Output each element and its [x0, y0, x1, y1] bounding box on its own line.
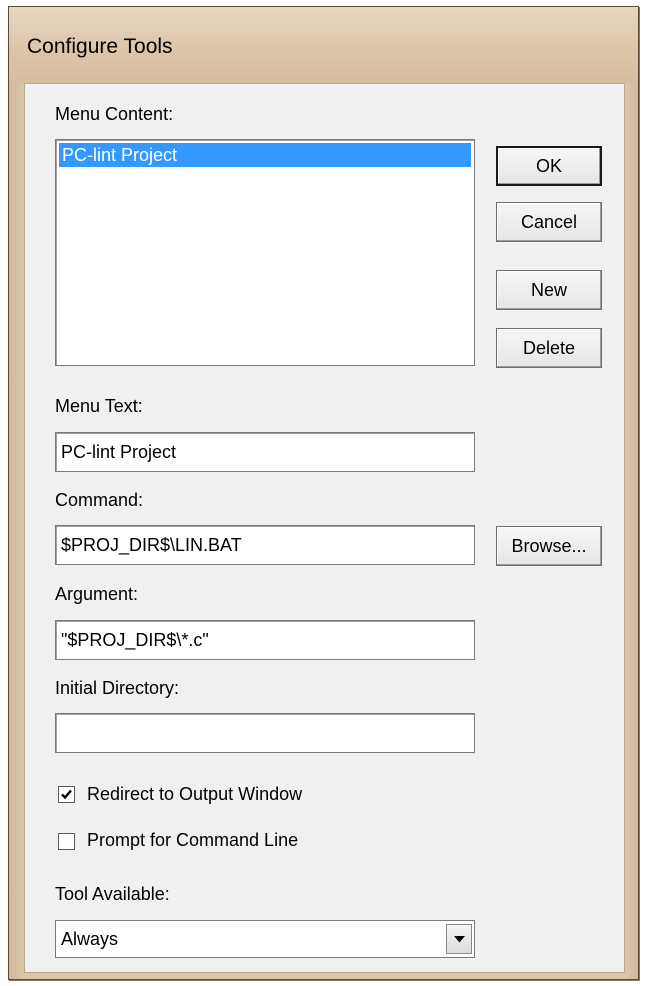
redirect-output-label[interactable]: Redirect to Output Window: [87, 784, 302, 805]
menu-text-field[interactable]: PC-lint Project: [55, 432, 475, 472]
dialog-client-area: Menu Content: PC-lint Project OK Cancel …: [24, 83, 625, 973]
initial-directory-field[interactable]: [55, 713, 475, 753]
redirect-output-checkbox[interactable]: [58, 786, 75, 803]
menu-text-label: Menu Text:: [55, 396, 143, 416]
tool-available-select[interactable]: Always: [55, 920, 475, 958]
command-label: Command:: [55, 490, 144, 510]
list-item-label: PC-lint Project: [62, 145, 178, 165]
tool-available-value: Always: [61, 929, 119, 949]
dialog-title: Configure Tools: [27, 35, 173, 58]
prompt-command-line-checkbox[interactable]: [58, 833, 75, 850]
prompt-command-line-label[interactable]: Prompt for Command Line: [87, 830, 298, 851]
menu-content-label-text: Menu Content:: [55, 104, 174, 124]
new-button[interactable]: New: [496, 270, 602, 310]
command-field[interactable]: $PROJ_DIR$\LIN.BAT: [55, 525, 475, 565]
menu-content-listbox[interactable]: PC-lint Project: [55, 139, 475, 366]
checkmark-icon: [61, 789, 72, 800]
chevron-down-icon: [454, 936, 465, 943]
argument-field[interactable]: "$PROJ_DIR$\*.c": [55, 620, 475, 660]
dropdown-button[interactable]: [446, 924, 472, 954]
title-bar[interactable]: Configure Tools: [9, 7, 638, 83]
configure-tools-dialog: Configure Tools Menu Content: PC-lint Pr…: [8, 6, 639, 980]
ok-button[interactable]: OK: [496, 146, 602, 186]
browse-button[interactable]: Browse...: [496, 526, 602, 566]
tool-available-label: Tool Available:: [55, 884, 170, 904]
menu-content-label: Menu Content:: [55, 104, 173, 125]
list-item[interactable]: PC-lint Project: [59, 143, 471, 167]
initial-directory-label: Initial Directory:: [55, 678, 180, 698]
argument-label: Argument:: [55, 584, 139, 604]
delete-button[interactable]: Delete: [496, 328, 602, 368]
cancel-button[interactable]: Cancel: [496, 202, 602, 242]
